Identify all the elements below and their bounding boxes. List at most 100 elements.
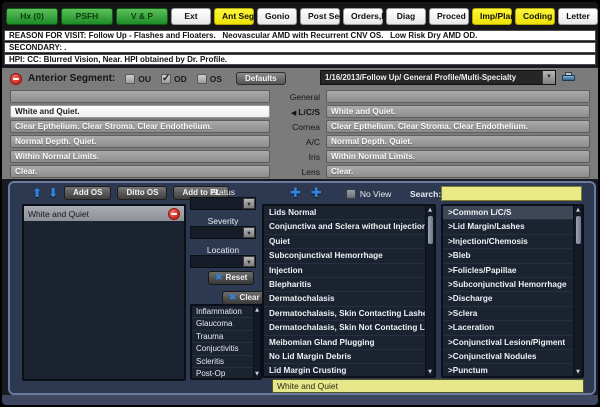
as-right-lcs[interactable]: White and Quiet. — [326, 105, 590, 118]
chevron-down-icon[interactable]: ▼ — [542, 71, 555, 84]
tab-ext[interactable]: Ext — [171, 8, 211, 25]
as-right-lens[interactable]: Clear. — [326, 165, 590, 178]
eye-option-od[interactable]: OD — [161, 74, 187, 84]
as-left-lcs[interactable]: White and Quiet. — [10, 105, 270, 118]
tab-imp-plan[interactable]: Imp/Plan — [472, 8, 512, 25]
os-checkbox[interactable] — [197, 74, 207, 84]
group-item[interactable]: >Folicles/Papillae — [443, 264, 582, 278]
chevron-down-icon[interactable]: ▼ — [243, 227, 255, 238]
as-left-cornea[interactable]: Clear Epthelium. Clear Stroma. Clear End… — [10, 120, 270, 133]
nav-button-psfh[interactable]: PSFH — [61, 8, 113, 25]
as-right-cornea[interactable]: Clear Epthelium. Clear Stroma. Clear End… — [326, 120, 590, 133]
chevron-down-icon[interactable]: ▼ — [243, 256, 255, 267]
no-view-checkbox[interactable] — [346, 189, 356, 199]
search-input[interactable] — [441, 186, 582, 201]
status-filter-select[interactable]: ▼ — [190, 197, 256, 210]
move-up-icon[interactable]: ⬆ — [32, 186, 42, 200]
as-label-iris[interactable]: Iris — [270, 152, 326, 162]
nav-button-hx[interactable]: Hx (0) — [6, 8, 58, 25]
findings-scrollbar[interactable]: ▲ ▼ — [425, 206, 434, 376]
scroll-down-icon[interactable]: ▼ — [428, 368, 432, 376]
tab-gonio[interactable]: Gonio — [257, 8, 297, 25]
group-item[interactable]: >Laceration — [443, 321, 582, 335]
tab-coding[interactable]: Coding — [515, 8, 555, 25]
scroll-thumb[interactable] — [576, 216, 581, 244]
as-left-iris[interactable]: Within Normal Limits. — [10, 150, 270, 163]
finding-item[interactable]: Subconjunctival Hemorrhage — [264, 249, 434, 263]
group-item[interactable]: >Conjunctival Lesion/Pigment — [443, 336, 582, 350]
finding-item[interactable]: Quiet — [264, 235, 434, 249]
as-right-ac[interactable]: Normal Depth. Quiet. — [326, 135, 590, 148]
finding-item[interactable]: Meibomian Gland Plugging — [264, 336, 434, 350]
scroll-thumb[interactable] — [428, 216, 433, 244]
category-item[interactable]: Post-Op — [192, 368, 260, 380]
hpi-field[interactable]: HPI: CC: Blurred Vision, Near. HPI obtai… — [4, 54, 596, 65]
finding-item[interactable]: Dermatochalasis — [264, 292, 434, 306]
finding-item[interactable]: Lid Margin Crusting — [264, 364, 434, 378]
disable-section-icon[interactable] — [10, 73, 22, 85]
as-label-general[interactable]: General — [270, 92, 326, 102]
groups-scrollbar[interactable]: ▲ ▼ — [573, 206, 582, 376]
selected-finding-row[interactable]: White and Quiet — [24, 206, 184, 221]
reset-button[interactable]: ✖Reset — [208, 271, 254, 285]
category-item[interactable]: Scleritis — [192, 356, 260, 368]
scroll-down-icon[interactable]: ▼ — [255, 370, 259, 378]
location-filter-select[interactable]: ▼ — [190, 255, 256, 268]
category-item[interactable]: Conjuctivitis — [192, 343, 260, 355]
severity-filter-select[interactable]: ▼ — [190, 226, 256, 239]
as-label-ac[interactable]: A/C — [270, 137, 326, 147]
defaults-button[interactable]: Defaults — [236, 72, 286, 85]
finding-item[interactable]: Dermatochalasis, Skin Not Contacting Las… — [264, 321, 434, 335]
remove-finding-icon[interactable] — [168, 208, 180, 220]
move-down-icon[interactable]: ⬇ — [48, 186, 58, 200]
as-left-general[interactable] — [10, 90, 270, 103]
eye-option-os[interactable]: OS — [197, 74, 222, 84]
group-item[interactable]: >Punctum — [443, 364, 582, 378]
secondary-field[interactable]: SECONDARY: . — [4, 42, 596, 53]
nav-button-vp[interactable]: V & P — [116, 8, 168, 25]
category-item[interactable]: Glaucoma — [192, 318, 260, 330]
group-item[interactable]: >Discharge — [443, 292, 582, 306]
as-label-lens[interactable]: Lens — [270, 167, 326, 177]
clear-button[interactable]: ✖Clear — [222, 291, 267, 305]
group-item[interactable]: >Subconjunctival Hemorrhage — [443, 278, 582, 292]
group-item[interactable]: >Lid Margin/Lashes — [443, 220, 582, 234]
group-item[interactable]: >Bleb — [443, 249, 582, 263]
as-right-general[interactable] — [326, 90, 590, 103]
as-label-cornea[interactable]: Cornea — [270, 122, 326, 132]
od-checkbox[interactable] — [161, 74, 171, 84]
tab-proced[interactable]: Proced — [429, 8, 469, 25]
group-item[interactable]: >Conjunctival Nodules — [443, 350, 582, 364]
tab-orders-pl[interactable]: Orders,PL — [343, 8, 383, 25]
finding-item[interactable]: Dermatochalasis, Skin Contacting Lashes — [264, 307, 434, 321]
as-right-iris[interactable]: Within Normal Limits. — [326, 150, 590, 163]
tab-letter[interactable]: Letter — [558, 8, 598, 25]
as-left-ac[interactable]: Normal Depth. Quiet. — [10, 135, 270, 148]
group-item[interactable]: >Sclera — [443, 307, 582, 321]
profile-dropdown[interactable]: 1/16/2013/Follow Up/ General Profile/Mul… — [320, 70, 556, 85]
group-item[interactable]: >Injection/Chemosis — [443, 235, 582, 249]
finding-item[interactable]: Injection — [264, 264, 434, 278]
as-left-lens[interactable]: Clear. — [10, 165, 270, 178]
ditto-os-button[interactable]: Ditto OS — [117, 186, 167, 200]
category-scrollbar[interactable]: ▲ ▼ — [253, 306, 260, 378]
ou-checkbox[interactable] — [125, 74, 135, 84]
add-finding-alt-icon[interactable]: ✚ — [311, 186, 322, 201]
eye-option-ou[interactable]: OU — [125, 74, 151, 84]
group-item[interactable]: >Common L/C/S — [443, 206, 582, 220]
category-item[interactable]: Inflammation — [192, 306, 260, 318]
reason-for-visit-field[interactable]: REASON FOR VISIT: Follow Up - Flashes an… — [4, 30, 596, 41]
scroll-up-icon[interactable]: ▲ — [255, 306, 259, 314]
no-view-toggle[interactable]: No View — [346, 189, 392, 199]
as-label-lcs[interactable]: ◀L/C/S — [270, 107, 326, 117]
tab-diag[interactable]: Diag — [386, 8, 426, 25]
finding-item[interactable]: Conjunctiva and Sclera without Injection — [264, 220, 434, 234]
add-os-button[interactable]: Add OS — [64, 186, 111, 200]
scroll-down-icon[interactable]: ▼ — [576, 368, 580, 376]
finding-item[interactable]: Blepharitis — [264, 278, 434, 292]
tab-ant-seg[interactable]: Ant Seg — [214, 8, 254, 25]
chevron-down-icon[interactable]: ▼ — [243, 198, 255, 209]
add-finding-icon[interactable]: ✚ — [290, 186, 301, 201]
finding-item[interactable]: Lids Normal — [264, 206, 434, 220]
scroll-up-icon[interactable]: ▲ — [576, 206, 580, 214]
